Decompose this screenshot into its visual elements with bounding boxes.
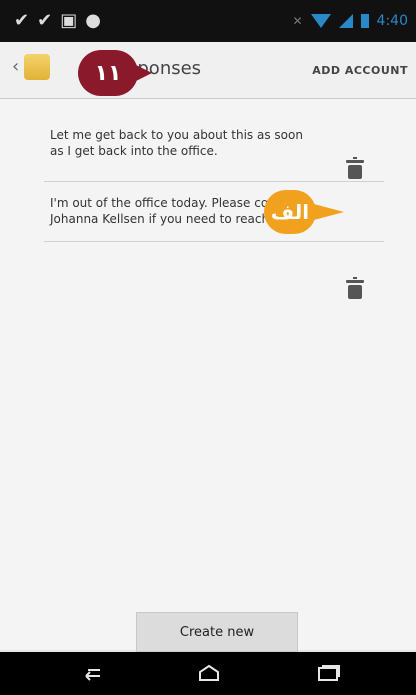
notification-icon: ✔ (37, 10, 53, 31)
response-item-1[interactable]: Let me get back to you about this as soo… (44, 121, 384, 182)
delete-trash-icon[interactable] (346, 157, 364, 179)
status-bar: ✔ ✔ ▣ ● ✕ 4:40 (0, 0, 416, 42)
add-account-button[interactable]: ADD ACCOUNT (312, 64, 408, 77)
response-text: Let me get back to you about this as soo… (50, 128, 303, 158)
annotation-callout-letter: الف (264, 190, 344, 234)
navigation-bar (0, 652, 416, 695)
signal-icon (338, 14, 353, 28)
home-icon[interactable] (196, 664, 222, 682)
back-icon[interactable] (78, 664, 104, 682)
notification-icon: ✔ (14, 10, 30, 31)
mute-icon: ✕ (292, 14, 303, 28)
create-new-button[interactable]: Create new (136, 612, 298, 652)
gallery-icon: ▣ (60, 10, 78, 31)
status-left-icons: ✔ ✔ ▣ ● (14, 12, 101, 30)
quick-responses-list: Let me get back to you about this as soo… (0, 99, 416, 650)
status-time: 4:40 (376, 13, 408, 29)
phone-screen: ✔ ✔ ▣ ● ✕ 4:40 ‹ sponses ADD ACCOUNT ١١ … (0, 0, 416, 695)
wifi-icon (310, 14, 331, 28)
recent-apps-icon[interactable] (316, 664, 342, 682)
status-right-icons: ✕ 4:40 (292, 13, 408, 29)
delete-trash-icon[interactable] (346, 277, 364, 299)
app-bar: ‹ sponses ADD ACCOUNT (0, 42, 416, 99)
email-app-icon[interactable] (24, 54, 50, 80)
chat-icon: ● (85, 10, 101, 31)
back-chevron-icon[interactable]: ‹ (12, 56, 19, 77)
battery-icon (360, 14, 369, 28)
annotation-badge-number: ١١ (78, 50, 152, 96)
